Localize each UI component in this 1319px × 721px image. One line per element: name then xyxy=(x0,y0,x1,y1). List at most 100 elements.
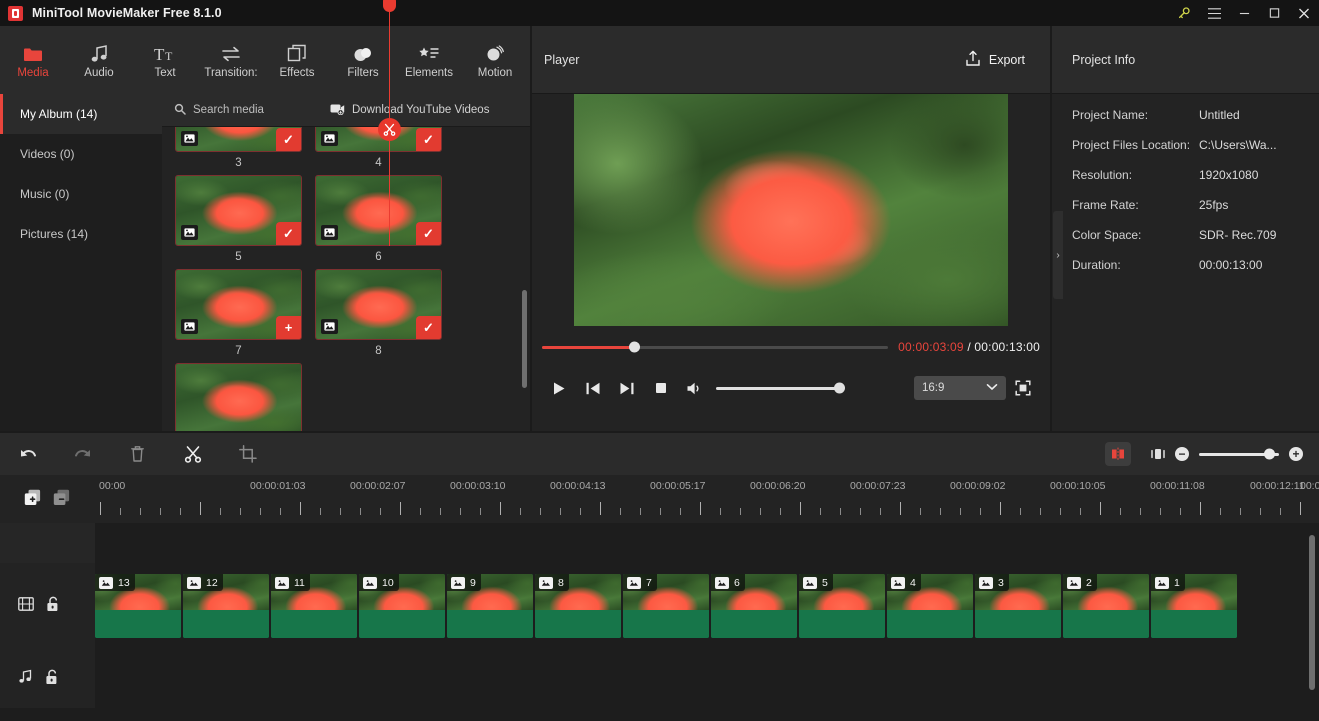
tab-transition[interactable]: Transition: xyxy=(198,26,264,94)
search-media-button[interactable]: Search media xyxy=(174,103,264,118)
align-center-button[interactable] xyxy=(1144,433,1172,475)
media-thumbnail[interactable]: + xyxy=(175,269,302,340)
next-frame-icon[interactable] xyxy=(610,373,644,403)
media-thumbnail[interactable]: ✓ xyxy=(315,175,442,246)
timeline-clip[interactable]: 11 xyxy=(271,574,357,638)
add-to-timeline-icon[interactable]: + xyxy=(276,316,301,339)
media-thumbnail[interactable]: ✓ xyxy=(175,175,302,246)
media-scrollbar[interactable] xyxy=(522,290,527,388)
close-button[interactable] xyxy=(1289,0,1319,26)
timeline-ruler[interactable]: 00:00 00:00:01:03 00:00:02:07 00:00:03:1… xyxy=(95,475,1319,523)
image-type-icon xyxy=(803,576,817,589)
export-button[interactable]: Export xyxy=(965,50,1025,70)
media-item[interactable]: ✓ 6 xyxy=(315,175,442,263)
audio-track-body[interactable] xyxy=(95,648,1319,708)
stop-icon[interactable] xyxy=(644,373,678,403)
media-thumbnail[interactable]: ✓ xyxy=(175,127,302,152)
media-item[interactable] xyxy=(175,363,302,431)
unlock-icon[interactable] xyxy=(45,669,58,688)
media-item[interactable] xyxy=(315,363,442,431)
selected-check-icon[interactable]: ✓ xyxy=(416,316,441,339)
ruler-major-tick xyxy=(800,502,801,515)
remove-track-icon[interactable] xyxy=(53,489,70,509)
media-row: ✓ 3 ✓ 4 xyxy=(172,127,520,175)
split-button[interactable] xyxy=(165,433,220,475)
ruler-label: 00:00:07:23 xyxy=(850,480,906,492)
tab-audio[interactable]: Audio xyxy=(66,26,132,94)
media-grid[interactable]: ✓ 3 ✓ 4 ✓ 5 ✓ 6 + 7 ✓ 8 xyxy=(162,127,530,431)
minimize-button[interactable] xyxy=(1229,0,1259,26)
tab-elements[interactable]: Elements xyxy=(396,26,462,94)
media-item[interactable]: ✓ 5 xyxy=(175,175,302,263)
selected-check-icon[interactable]: ✓ xyxy=(276,222,301,245)
maximize-button[interactable] xyxy=(1259,0,1289,26)
zoom-handle[interactable] xyxy=(1264,448,1275,460)
timeline-clip[interactable]: 7 xyxy=(623,574,709,638)
tab-text[interactable]: TT Text xyxy=(132,26,198,94)
playback-progress-slider[interactable] xyxy=(542,341,889,353)
ruler-major-tick xyxy=(1100,502,1101,515)
video-preview[interactable] xyxy=(574,94,1008,326)
media-item[interactable]: ✓ 8 xyxy=(315,269,442,357)
media-thumbnail[interactable] xyxy=(175,363,302,431)
timeline-clip[interactable]: 13 xyxy=(95,574,181,638)
unlock-icon[interactable] xyxy=(46,596,59,615)
delete-button[interactable] xyxy=(110,433,165,475)
timeline-clip[interactable]: 10 xyxy=(359,574,445,638)
timeline-clip[interactable]: 3 xyxy=(975,574,1061,638)
music-note-icon[interactable] xyxy=(18,669,33,687)
image-type-icon xyxy=(1155,576,1169,589)
download-youtube-button[interactable]: Download YouTube Videos xyxy=(330,103,489,118)
timeline-clip[interactable]: 6 xyxy=(711,574,797,638)
volume-handle[interactable] xyxy=(834,382,845,394)
video-track-controls xyxy=(0,563,95,648)
sidebar-item-pictures[interactable]: Pictures (14) xyxy=(0,214,162,254)
sidebar-item-music[interactable]: Music (0) xyxy=(0,174,162,214)
prev-frame-icon[interactable] xyxy=(576,373,610,403)
timeline-clip[interactable]: 1 xyxy=(1151,574,1237,638)
volume-slider[interactable] xyxy=(716,382,845,394)
split-indicator-icon[interactable] xyxy=(378,118,401,141)
tab-effects[interactable]: Effects xyxy=(264,26,330,94)
zoom-slider[interactable] xyxy=(1199,448,1279,460)
timeline-clip[interactable]: 9 xyxy=(447,574,533,638)
project-info-row: Duration: 00:00:13:00 xyxy=(1052,250,1319,280)
film-strip-icon[interactable] xyxy=(18,597,34,614)
zoom-out-button[interactable]: − xyxy=(1175,447,1189,461)
download-youtube-label: Download YouTube Videos xyxy=(351,104,490,116)
rose-preview-image xyxy=(574,94,1008,326)
selected-check-icon[interactable]: ✓ xyxy=(416,128,441,151)
tab-media[interactable]: Media xyxy=(0,26,66,94)
timeline-clip[interactable]: 12 xyxy=(183,574,269,638)
selected-check-icon[interactable]: ✓ xyxy=(276,128,301,151)
media-item[interactable]: + 7 xyxy=(175,269,302,357)
timeline-vertical-scrollbar[interactable] xyxy=(1309,535,1315,690)
tab-motion[interactable]: Motion xyxy=(462,26,528,94)
snap-toggle-button[interactable] xyxy=(1105,442,1131,466)
ruler-label: 00:00 xyxy=(99,480,126,492)
hamburger-menu-icon[interactable] xyxy=(1199,0,1229,26)
crop-button[interactable] xyxy=(220,433,275,475)
timeline-clip[interactable]: 8 xyxy=(535,574,621,638)
play-icon[interactable] xyxy=(542,373,576,403)
media-item[interactable]: ✓ 3 xyxy=(175,127,302,169)
undo-button[interactable] xyxy=(0,433,55,475)
video-track-body[interactable]: 13 12 11 10 9 8 7 6 5 4 3 2 1 xyxy=(95,563,1319,648)
fullscreen-icon[interactable] xyxy=(1006,373,1040,403)
collapse-panel-button[interactable]: › xyxy=(1053,211,1063,299)
key-icon[interactable] xyxy=(1169,0,1199,26)
sidebar-item-videos[interactable]: Videos (0) xyxy=(0,134,162,174)
zoom-in-button[interactable]: + xyxy=(1289,447,1303,461)
selected-check-icon[interactable]: ✓ xyxy=(416,222,441,245)
sidebar-item-my-album[interactable]: My Album (14) xyxy=(0,94,162,134)
redo-button[interactable] xyxy=(55,433,110,475)
add-track-icon[interactable] xyxy=(24,489,41,509)
timeline-clip[interactable]: 5 xyxy=(799,574,885,638)
volume-icon[interactable] xyxy=(678,373,712,403)
tab-filters[interactable]: Filters xyxy=(330,26,396,94)
media-thumbnail[interactable]: ✓ xyxy=(315,269,442,340)
timeline-clip[interactable]: 4 xyxy=(887,574,973,638)
timeline-clip[interactable]: 2 xyxy=(1063,574,1149,638)
aspect-ratio-select[interactable]: 16:9 xyxy=(914,376,1006,400)
progress-handle[interactable] xyxy=(628,341,640,353)
